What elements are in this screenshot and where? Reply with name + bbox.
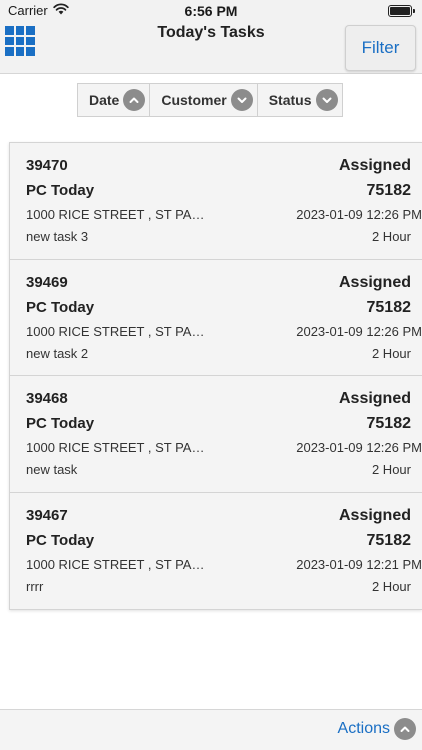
task-row[interactable]: 39469 Assigned PC Today 75182 1000 RICE … [10, 259, 422, 376]
task-ref: 75182 [366, 415, 412, 432]
task-duration: 2 Hour [371, 345, 411, 361]
task-status: Assigned [338, 157, 411, 174]
task-row[interactable]: 39467 Assigned PC Today 75182 1000 RICE … [10, 492, 422, 609]
task-name: new task 2 [26, 345, 89, 361]
task-name: new task 3 [26, 229, 89, 244]
header: Today's Tasks Filter [0, 22, 422, 74]
status-time: 6:56 PM [184, 3, 238, 19]
task-address: 1000 RICE STREET , ST PA… [26, 207, 205, 222]
task-id: 39470 [26, 157, 68, 174]
task-ref: 75182 [366, 182, 412, 199]
task-datetime: 2023-01-09 12:26 PM [296, 323, 422, 339]
screen: Carrier 6:56 PM Today's Tasks Filter Dat… [0, 0, 422, 750]
task-address: 1000 RICE STREET , ST PA… [26, 556, 205, 572]
sort-status-button[interactable]: Status [258, 84, 342, 116]
battery-icon [388, 5, 415, 17]
chevron-down-icon [315, 89, 338, 111]
task-list: 39470 Assigned PC Today 75182 1000 RICE … [9, 142, 422, 610]
task-duration: 2 Hour [371, 462, 411, 477]
task-customer: PC Today [26, 182, 95, 199]
sort-customer-button[interactable]: Customer [150, 84, 258, 116]
task-datetime: 2023-01-09 12:26 PM [296, 440, 422, 455]
task-status: Assigned [338, 390, 411, 407]
filter-button[interactable]: Filter [345, 25, 416, 71]
task-ref: 75182 [366, 298, 412, 316]
chevron-down-icon [230, 89, 253, 111]
sort-customer-label: Customer [161, 92, 227, 108]
sort-date-button[interactable]: Date [78, 84, 151, 116]
task-name: new task [26, 462, 78, 477]
actions-label: Actions [337, 720, 390, 737]
task-datetime: 2023-01-09 12:21 PM [296, 556, 422, 572]
task-id: 39467 [26, 506, 68, 524]
footer-bar: Actions [0, 709, 422, 750]
task-status: Assigned [338, 506, 411, 524]
sort-bar: Date Customer Status [77, 83, 343, 117]
task-address: 1000 RICE STREET , ST PA… [26, 440, 205, 455]
task-duration: 2 Hour [371, 229, 411, 244]
task-customer: PC Today [26, 415, 95, 432]
task-name: rrrr [26, 578, 44, 594]
task-duration: 2 Hour [371, 578, 411, 594]
chevron-up-icon [394, 718, 416, 740]
task-id: 39469 [26, 273, 68, 291]
task-customer: PC Today [26, 531, 95, 549]
task-row[interactable]: 39470 Assigned PC Today 75182 1000 RICE … [10, 143, 422, 260]
task-address: 1000 RICE STREET , ST PA… [26, 323, 205, 339]
task-row[interactable]: 39468 Assigned PC Today 75182 1000 RICE … [10, 376, 422, 493]
sort-status-label: Status [268, 92, 312, 108]
chevron-up-icon [123, 89, 146, 111]
task-datetime: 2023-01-09 12:26 PM [296, 207, 422, 222]
task-ref: 75182 [366, 531, 412, 549]
sort-date-label: Date [89, 92, 120, 108]
task-status: Assigned [338, 273, 411, 291]
task-id: 39468 [26, 390, 68, 407]
actions-button[interactable]: Actions [338, 718, 416, 740]
status-bar: Carrier 6:56 PM [0, 0, 422, 22]
task-customer: PC Today [26, 298, 95, 316]
